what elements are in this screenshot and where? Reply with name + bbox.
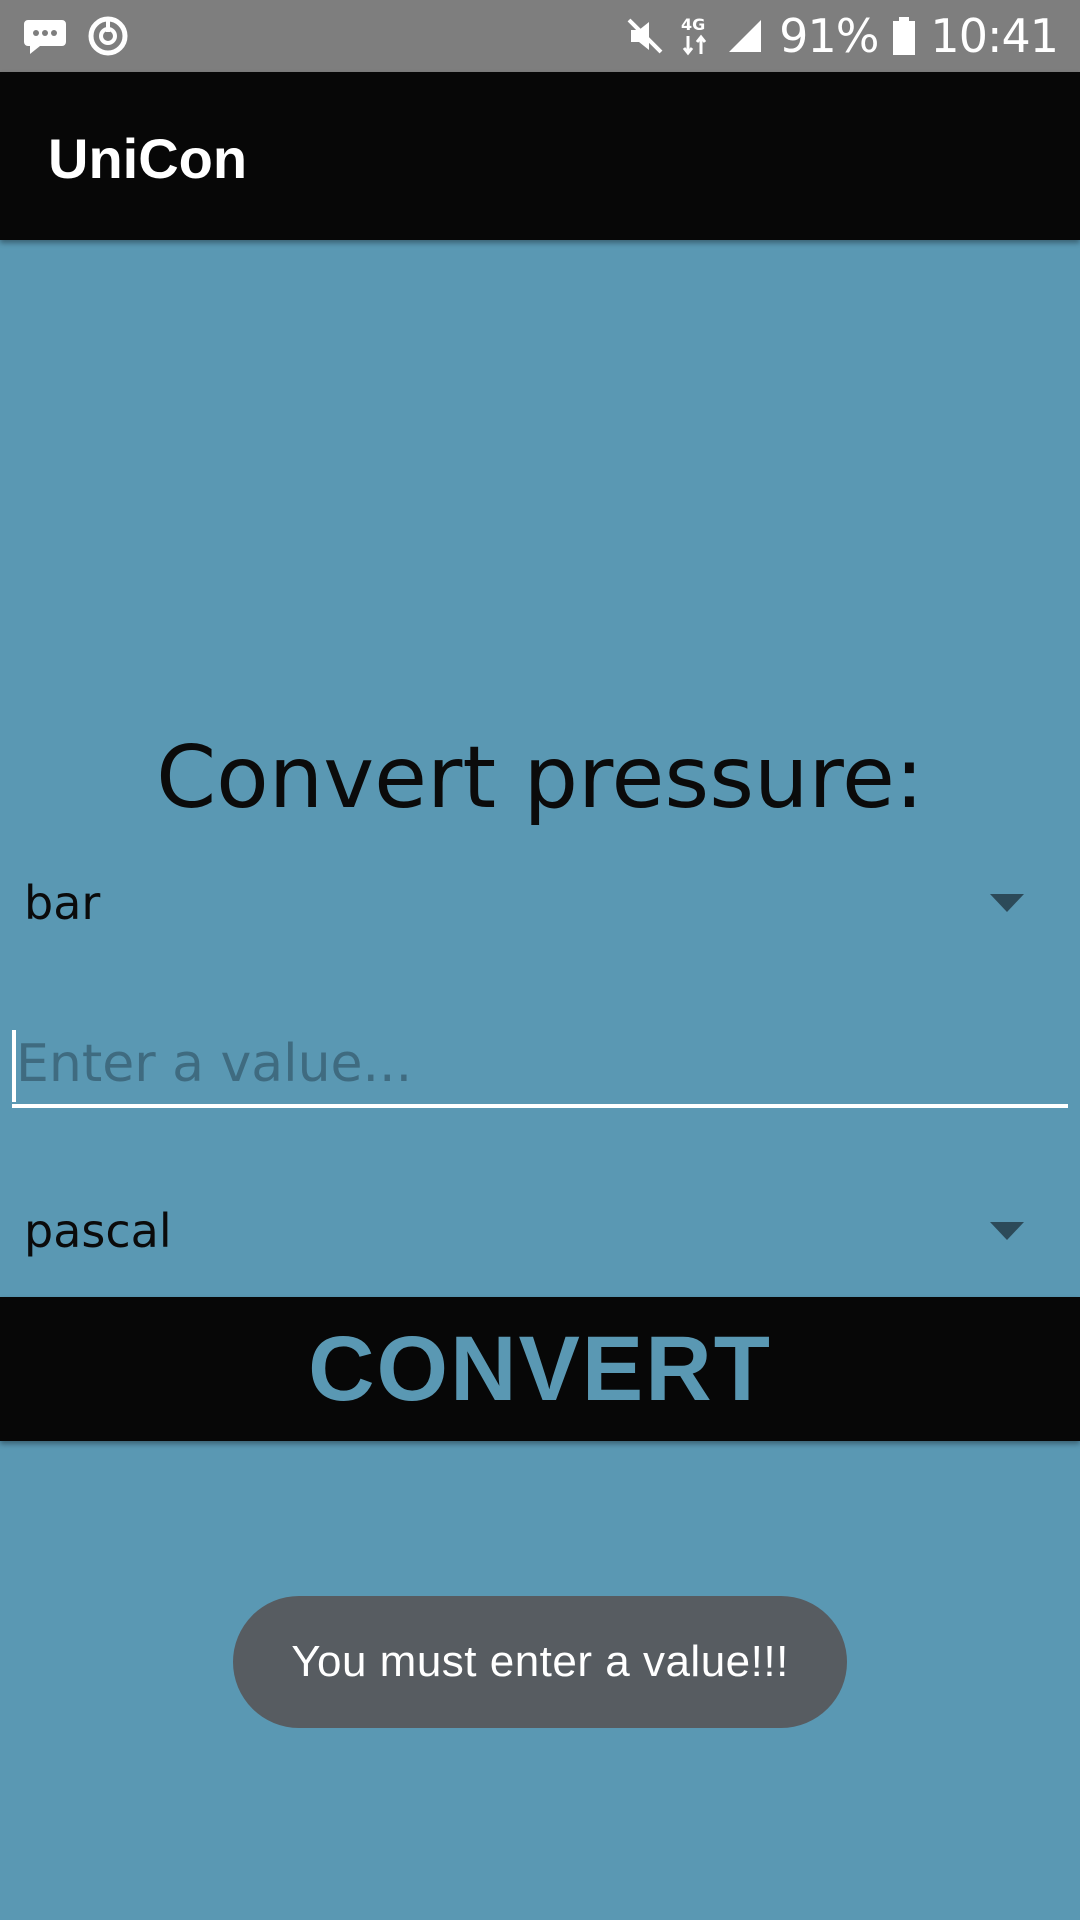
data-4g-icon: 4G bbox=[679, 14, 711, 58]
signal-icon bbox=[725, 16, 765, 56]
chevron-down-icon bbox=[990, 1222, 1024, 1245]
mute-icon bbox=[625, 16, 665, 56]
value-input-container bbox=[12, 1024, 1068, 1114]
from-unit-value: bar bbox=[24, 876, 101, 930]
text-cursor bbox=[12, 1030, 16, 1102]
error-toast: You must enter a value!!! bbox=[233, 1596, 847, 1728]
page-title: Convert pressure: bbox=[156, 728, 924, 828]
chevron-down-icon bbox=[990, 894, 1024, 917]
app-bar: UniCon bbox=[0, 72, 1080, 240]
toast-message: You must enter a value!!! bbox=[291, 1637, 789, 1686]
battery-percent: 91% bbox=[779, 9, 879, 63]
status-bar: 4G 91% 10:41 bbox=[0, 0, 1080, 72]
clock: 10:41 bbox=[930, 9, 1059, 63]
to-unit-dropdown[interactable]: pascal bbox=[0, 1178, 1080, 1288]
convert-button-label: CONVERT bbox=[308, 1318, 772, 1420]
svg-text:4G: 4G bbox=[681, 15, 705, 34]
value-input[interactable] bbox=[12, 1024, 1068, 1108]
to-unit-value: pascal bbox=[24, 1204, 172, 1258]
battery-icon bbox=[892, 16, 916, 56]
app-title: UniCon bbox=[48, 127, 248, 190]
message-icon bbox=[22, 16, 68, 56]
convert-button[interactable]: CONVERT bbox=[0, 1297, 1080, 1441]
from-unit-dropdown[interactable]: bar bbox=[0, 850, 1080, 960]
sync-icon bbox=[86, 14, 130, 58]
